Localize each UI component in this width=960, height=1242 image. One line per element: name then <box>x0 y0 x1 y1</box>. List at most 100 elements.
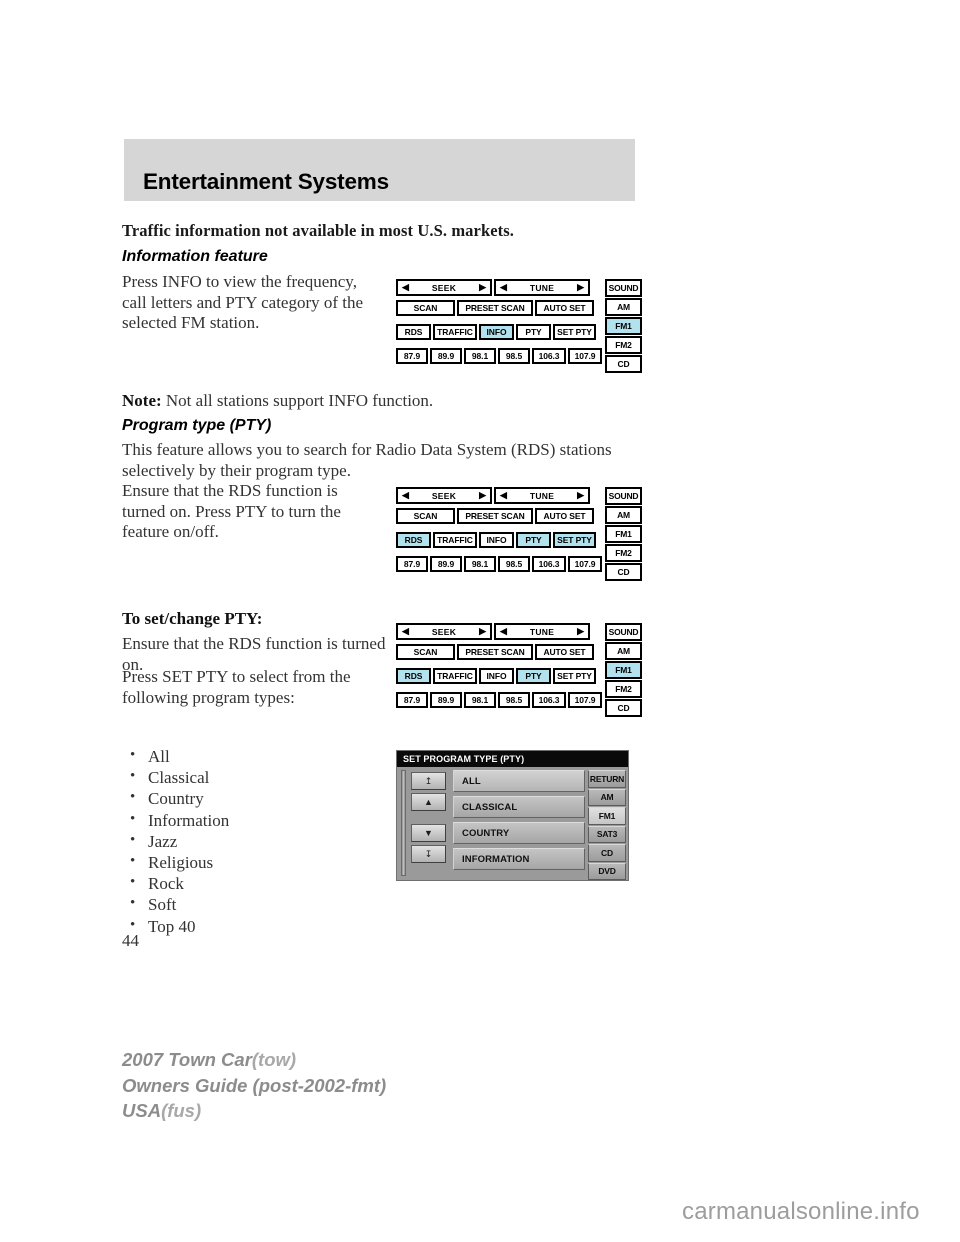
info-button[interactable]: INFO <box>479 668 514 684</box>
preset-scan-button[interactable]: PRESET SCAN <box>457 300 533 316</box>
tune-control[interactable]: ◀ TUNE ▶ <box>494 487 590 504</box>
sound-button[interactable]: SOUND <box>605 279 642 297</box>
am-button[interactable]: AM <box>605 298 642 316</box>
fm2-button[interactable]: FM2 <box>605 544 642 562</box>
sound-button[interactable]: SOUND <box>605 623 642 641</box>
fm1-button[interactable]: FM1 <box>605 661 642 679</box>
fm2-button[interactable]: FM2 <box>605 680 642 698</box>
scrollbar[interactable] <box>399 770 407 880</box>
scroll-up-icon[interactable]: ▲ <box>411 793 446 811</box>
cd-button[interactable]: CD <box>605 355 642 373</box>
preset-row: 87.9 89.9 98.1 98.5 106.3 107.9 <box>396 692 602 708</box>
am-button[interactable]: AM <box>588 788 626 806</box>
preset-button-5[interactable]: 106.3 <box>532 692 566 708</box>
traffic-button[interactable]: TRAFFIC <box>433 532 477 548</box>
pty-button[interactable]: PTY <box>516 668 551 684</box>
preset-button-5[interactable]: 106.3 <box>532 556 566 572</box>
set-pty-button[interactable]: SET PTY <box>553 668 596 684</box>
cd-button[interactable]: CD <box>588 844 626 862</box>
am-button[interactable]: AM <box>605 642 642 660</box>
pty-button[interactable]: PTY <box>516 324 551 340</box>
list-item: Top 40 <box>122 915 372 937</box>
pty-option-information[interactable]: INFORMATION <box>453 848 585 870</box>
scan-button[interactable]: SCAN <box>396 300 455 316</box>
fm2-button[interactable]: FM2 <box>605 336 642 354</box>
preset-button-3[interactable]: 98.1 <box>464 556 496 572</box>
seek-left-arrow-icon[interactable]: ◀ <box>402 283 409 292</box>
preset-button-6[interactable]: 107.9 <box>568 556 602 572</box>
preset-button-3[interactable]: 98.1 <box>464 348 496 364</box>
traffic-button[interactable]: TRAFFIC <box>433 668 477 684</box>
auto-set-button[interactable]: AUTO SET <box>535 508 594 524</box>
pty-option-all[interactable]: ALL <box>453 770 585 792</box>
preset-button-1[interactable]: 87.9 <box>396 348 428 364</box>
am-button[interactable]: AM <box>605 506 642 524</box>
tune-right-arrow-icon[interactable]: ▶ <box>577 283 584 292</box>
scan-button[interactable]: SCAN <box>396 508 455 524</box>
tune-control[interactable]: ◀ TUNE ▶ <box>494 623 590 640</box>
preset-button-6[interactable]: 107.9 <box>568 692 602 708</box>
fm1-button[interactable]: FM1 <box>605 525 642 543</box>
pty-option-country[interactable]: COUNTRY <box>453 822 585 844</box>
set-pty-button[interactable]: SET PTY <box>553 324 596 340</box>
pty-button[interactable]: PTY <box>516 532 551 548</box>
cd-button[interactable]: CD <box>605 563 642 581</box>
rds-button[interactable]: RDS <box>396 324 431 340</box>
preset-button-2[interactable]: 89.9 <box>430 556 462 572</box>
tune-right-arrow-icon[interactable]: ▶ <box>577 627 584 636</box>
seek-right-arrow-icon[interactable]: ▶ <box>479 627 486 636</box>
preset-button-4[interactable]: 98.5 <box>498 692 530 708</box>
return-button[interactable]: RETURN <box>588 770 626 788</box>
note-label: Note: <box>122 391 162 410</box>
set-pty-button[interactable]: SET PTY <box>553 532 596 548</box>
seek-control[interactable]: ◀ SEEK ▶ <box>396 623 492 640</box>
paragraph-rds-on: Ensure that the RDS function is turned o… <box>122 481 341 541</box>
traffic-button[interactable]: TRAFFIC <box>433 324 477 340</box>
tune-left-arrow-icon[interactable]: ◀ <box>500 283 507 292</box>
sound-button[interactable]: SOUND <box>605 487 642 505</box>
seek-right-arrow-icon[interactable]: ▶ <box>479 283 486 292</box>
cd-button[interactable]: CD <box>605 699 642 717</box>
rds-button[interactable]: RDS <box>396 532 431 548</box>
document-footer: 2007 Town Car(tow) Owners Guide (post-20… <box>122 1047 386 1124</box>
dvd-button[interactable]: DVD <box>588 862 626 880</box>
preset-scan-button[interactable]: PRESET SCAN <box>457 644 533 660</box>
preset-button-1[interactable]: 87.9 <box>396 692 428 708</box>
info-button[interactable]: INFO <box>479 324 514 340</box>
lede-text: Traffic information not available in mos… <box>122 221 515 240</box>
preset-button-2[interactable]: 89.9 <box>430 692 462 708</box>
preset-scan-button[interactable]: PRESET SCAN <box>457 508 533 524</box>
pty-option-classical[interactable]: CLASSICAL <box>453 796 585 818</box>
seek-control[interactable]: ◀ SEEK ▶ <box>396 487 492 504</box>
rds-button[interactable]: RDS <box>396 668 431 684</box>
fm1-button[interactable]: FM1 <box>588 807 626 825</box>
auto-set-button[interactable]: AUTO SET <box>535 644 594 660</box>
seek-control[interactable]: ◀ SEEK ▶ <box>396 279 492 296</box>
page-down-icon[interactable]: ↧ <box>411 845 446 863</box>
tune-right-arrow-icon[interactable]: ▶ <box>577 491 584 500</box>
scrollbar-track[interactable] <box>400 770 406 876</box>
preset-button-4[interactable]: 98.5 <box>498 556 530 572</box>
seek-left-arrow-icon[interactable]: ◀ <box>402 491 409 500</box>
sat3-button[interactable]: SAT3 <box>588 825 626 843</box>
scroll-down-icon[interactable]: ▼ <box>411 824 446 842</box>
preset-button-6[interactable]: 107.9 <box>568 348 602 364</box>
preset-button-4[interactable]: 98.5 <box>498 348 530 364</box>
fm1-button[interactable]: FM1 <box>605 317 642 335</box>
tune-left-arrow-icon[interactable]: ◀ <box>500 491 507 500</box>
pty-screen-title: SET PROGRAM TYPE (PTY) <box>397 751 628 767</box>
scan-button[interactable]: SCAN <box>396 644 455 660</box>
preset-button-2[interactable]: 89.9 <box>430 348 462 364</box>
note-text: Not all stations support INFO function. <box>161 391 434 410</box>
seek-right-arrow-icon[interactable]: ▶ <box>479 491 486 500</box>
radio-controls-left: ◀ SEEK ▶ ◀ TUNE ▶ SCAN PRESET SCAN AUTO … <box>396 623 602 708</box>
preset-button-5[interactable]: 106.3 <box>532 348 566 364</box>
seek-left-arrow-icon[interactable]: ◀ <box>402 627 409 636</box>
auto-set-button[interactable]: AUTO SET <box>535 300 594 316</box>
preset-button-3[interactable]: 98.1 <box>464 692 496 708</box>
info-button[interactable]: INFO <box>479 532 514 548</box>
page-up-icon[interactable]: ↥ <box>411 772 446 790</box>
tune-left-arrow-icon[interactable]: ◀ <box>500 627 507 636</box>
preset-button-1[interactable]: 87.9 <box>396 556 428 572</box>
tune-control[interactable]: ◀ TUNE ▶ <box>494 279 590 296</box>
